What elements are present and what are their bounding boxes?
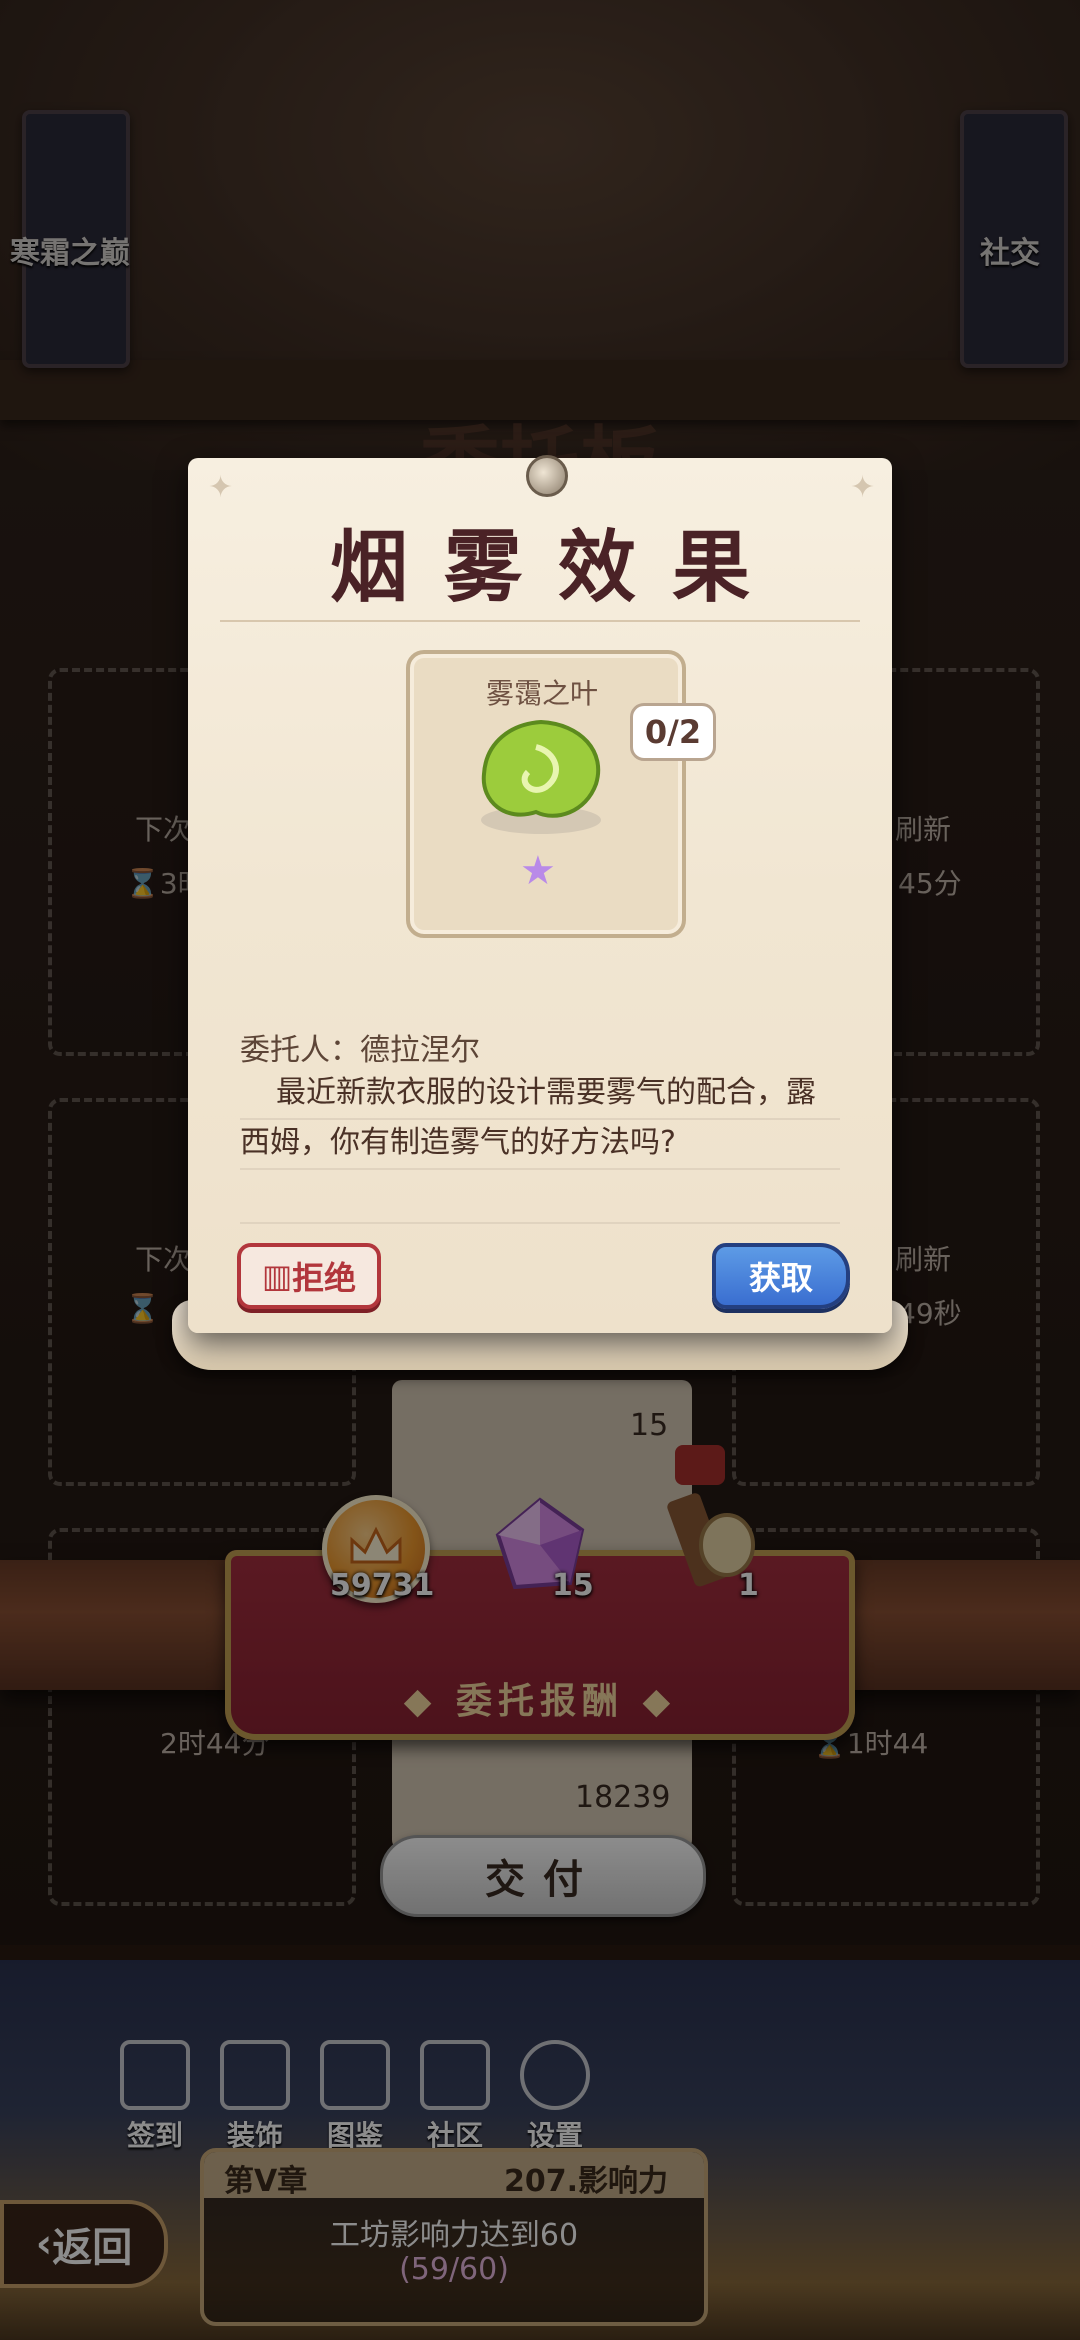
- dialog-title: 烟雾效果: [329, 522, 786, 613]
- obtain-button[interactable]: 获取: [712, 1243, 850, 1309]
- sparkle-icon: ✦: [850, 470, 876, 505]
- client-name: 委托人：德拉涅尔: [240, 1033, 480, 1068]
- leaf-icon: [481, 719, 601, 834]
- text-rule: [240, 1222, 840, 1224]
- item-count-badge: 0/2: [630, 703, 716, 761]
- text-rule: [240, 1168, 840, 1170]
- star-rarity-icon: ★: [520, 848, 556, 894]
- text-rule: [240, 1118, 840, 1120]
- reject-button[interactable]: ▥ 拒绝: [237, 1243, 381, 1309]
- title-divider: [220, 620, 860, 622]
- reject-label: 拒绝: [292, 1259, 357, 1297]
- pin-icon: [526, 455, 568, 497]
- sparkle-icon: ✦: [208, 470, 234, 505]
